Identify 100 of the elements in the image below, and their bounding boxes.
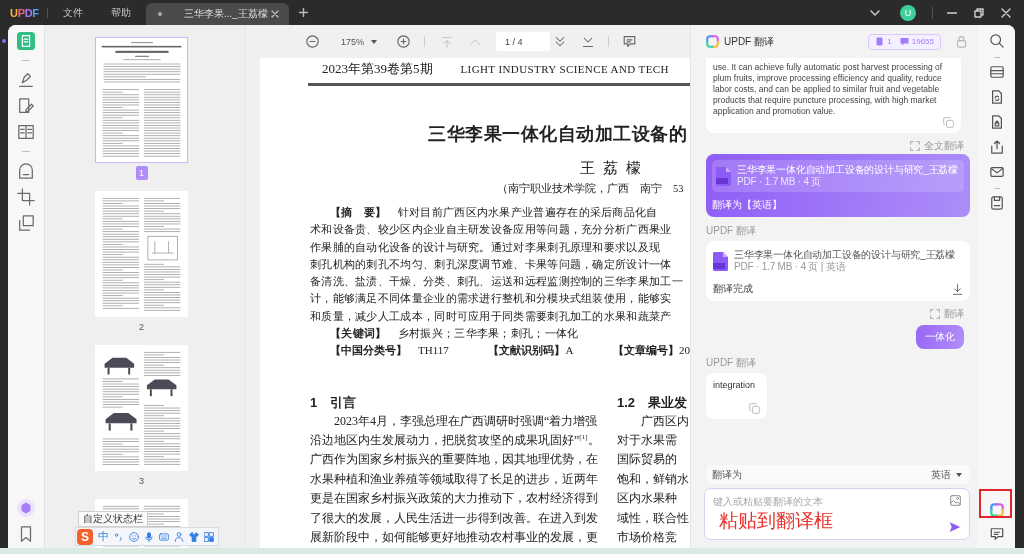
columns-icon[interactable] xyxy=(17,123,35,141)
body-text-line: 更是在国家乡村振兴政策的大力推动下，农村经济得到 xyxy=(310,490,599,508)
microphone-icon[interactable] xyxy=(144,531,154,542)
layout-icon[interactable] xyxy=(989,65,1004,79)
identifier-text: 【中国分类号】 TH117 xyxy=(330,343,449,359)
body-text-line: 对于水果需 xyxy=(617,432,678,450)
page-number-field[interactable]: 1 / 4 xyxy=(496,32,551,51)
document-lock-icon[interactable] xyxy=(989,115,1004,129)
pages-icon[interactable] xyxy=(17,214,35,232)
chat-icon xyxy=(899,37,909,46)
caret-icon[interactable] xyxy=(956,471,962,478)
search-icon[interactable] xyxy=(989,34,1004,48)
body-text-line: 域性，联合性 xyxy=(617,509,690,527)
annotation-text: 粘贴到翻译框 xyxy=(719,510,833,532)
request-instruction: 翻译为【英语】 xyxy=(712,199,783,211)
punctuation-icon[interactable] xyxy=(114,531,124,542)
panel-title: UPDF 翻译 xyxy=(724,34,774,49)
expand-icon xyxy=(910,141,920,151)
mail-icon[interactable] xyxy=(989,165,1004,179)
body-text-line: 了很大的发展，人民生活进一步得到改善。在进入到发 xyxy=(310,509,599,527)
abstract-line: 计，能够满足不同体量企业的需求进行整机和分模块式组装使用，能够实 xyxy=(310,291,673,307)
journal-issue: 2023年第39卷第5期 xyxy=(322,60,433,78)
page-number-label: 3 xyxy=(138,475,145,488)
counter-value: 1 xyxy=(887,37,892,46)
shirt-icon[interactable] xyxy=(189,531,199,542)
language-label: 翻译为 xyxy=(712,467,742,482)
sender-label: UPDF 翻译 xyxy=(706,225,756,237)
chevron-down-icon[interactable] xyxy=(870,9,880,16)
abstract-line: 【摘 要】 针对目前广西区内水果产业普遍存在的采后商品化自 xyxy=(330,205,659,220)
document-icon xyxy=(875,37,885,46)
marker-icon[interactable] xyxy=(17,71,35,89)
body-text-line: 广西区内 xyxy=(640,412,690,430)
sender-label: UPDF 翻译 xyxy=(706,357,756,369)
app-logo: UPDF xyxy=(10,6,39,19)
picture-icon[interactable] xyxy=(950,495,961,506)
language-dropdown[interactable]: 英语 xyxy=(931,467,962,482)
logo-icon[interactable] xyxy=(989,503,1004,517)
file-details: PDF · 1.7 MB · 4 页 xyxy=(737,176,823,188)
menu-item[interactable]: 帮助 xyxy=(110,5,131,20)
counter-value: 19655 xyxy=(911,37,934,46)
file-details: PDF · 1.7 MB · 4 页 | 英语 xyxy=(734,261,847,273)
comment-icon[interactable] xyxy=(623,35,637,48)
body-text-line: 水果种植和渔业养殖等领域取得了长足的进步，近两年 xyxy=(310,470,599,488)
article-title: 三华李果一体化自动加工设备的 xyxy=(428,123,688,145)
minimize-icon[interactable] xyxy=(947,11,957,14)
pdf-file-icon xyxy=(716,166,731,186)
close-icon[interactable] xyxy=(270,10,279,18)
section-heading: 1.2 果业发 xyxy=(617,393,689,412)
zoom-in-icon[interactable] xyxy=(397,35,411,48)
file-name: 三华李果一体化自动加工设备的设计与研究_王荔檬 xyxy=(734,249,955,261)
body-text-line: 饱和，鲜销水 xyxy=(617,470,690,488)
comment-icon[interactable] xyxy=(989,527,1004,541)
page-edit-icon[interactable] xyxy=(17,97,35,115)
body-text-line: 国际贸易的 xyxy=(617,451,678,469)
body-text-line: 区内水果种 xyxy=(617,490,678,508)
share-icon[interactable] xyxy=(989,140,1004,154)
body-text-line: 2023年4月，李强总理在广西调研时强调“着力增强 xyxy=(333,412,599,430)
pdf-file-icon xyxy=(713,251,728,271)
add-tab-icon[interactable] xyxy=(298,8,308,17)
close-icon[interactable] xyxy=(1001,7,1011,18)
grid-icon[interactable] xyxy=(204,531,214,542)
send-icon[interactable] xyxy=(949,521,961,533)
page-number-label: 1 xyxy=(135,166,148,180)
expand-icon xyxy=(930,309,940,319)
next-page-icon[interactable] xyxy=(554,35,567,48)
zoom-out-icon[interactable] xyxy=(306,35,319,48)
caret-icon[interactable] xyxy=(371,38,378,45)
tooltip: 自定义状态栏 xyxy=(78,511,148,527)
document-cycle-icon[interactable] xyxy=(989,90,1004,104)
save-icon[interactable] xyxy=(989,196,1004,210)
file-name: 三华李果一体化自动加工设备的设计与研究_王荔檬 xyxy=(737,164,958,176)
journal-name: LIGHT INDUSTRY SCIENCE AND TECH xyxy=(460,63,669,75)
abstract-line: 备清洗、盐渍、干燥、分类、刺孔、运送和远程监测控制的三华李果加工一 xyxy=(310,274,684,290)
zoom-dropdown[interactable]: 175% xyxy=(341,36,378,47)
input-mode-toggle[interactable]: 中 xyxy=(98,529,109,544)
abstract-line: 术和设备贵、较少区内企业自主研发设备应用等问题，充分分析广西果业 xyxy=(310,222,673,238)
smiley-icon[interactable] xyxy=(129,531,139,542)
translation-text: use. It can achieve fully automatic post harvest processing of plum fruits, improve processing efficiency and quality, reduce labor costs, and can be applied to similar fruit and vegetable products that require puncture processing, with high market application and promotion value. xyxy=(713,62,944,117)
menu-item[interactable]: 文件 xyxy=(62,5,83,20)
crop-icon[interactable] xyxy=(17,188,35,206)
document-tab[interactable]: 三华李果..._王荔檬 xyxy=(145,3,289,25)
download-icon[interactable] xyxy=(952,283,963,295)
abstract-line: 作果脯的自动化设备的设计与研究。通过对李果刺孔原理和要求以及现 xyxy=(310,239,662,255)
page-number-label: 2 xyxy=(138,321,145,334)
author-name: 王 荔 檬 xyxy=(580,159,644,178)
person-icon[interactable] xyxy=(174,531,184,542)
keyboard-icon[interactable] xyxy=(159,531,169,542)
section-heading: 1 引言 xyxy=(310,393,358,412)
identifier-text: 【文献识别码】A xyxy=(488,343,574,359)
restore-icon[interactable] xyxy=(974,7,984,18)
dot-icon xyxy=(157,12,162,16)
last-page-icon[interactable] xyxy=(582,35,595,48)
author-affiliation: （南宁职业技术学院，广西 南宁 53 xyxy=(497,182,685,196)
abstract-line: 刺孔机构的刺孔不均匀、刺孔深度调节难、卡果等问题，确定所设计一体 xyxy=(310,256,673,272)
dot-icon xyxy=(2,39,6,43)
arch-page-icon[interactable] xyxy=(17,162,35,180)
page-thumbnail[interactable] xyxy=(95,191,188,317)
page-thumbnail[interactable] xyxy=(95,37,188,163)
body-text-line: 广西作为国家乡村振兴的重要阵地，因其地理优势，在 xyxy=(310,451,599,469)
page-thumbnail[interactable] xyxy=(95,345,188,471)
